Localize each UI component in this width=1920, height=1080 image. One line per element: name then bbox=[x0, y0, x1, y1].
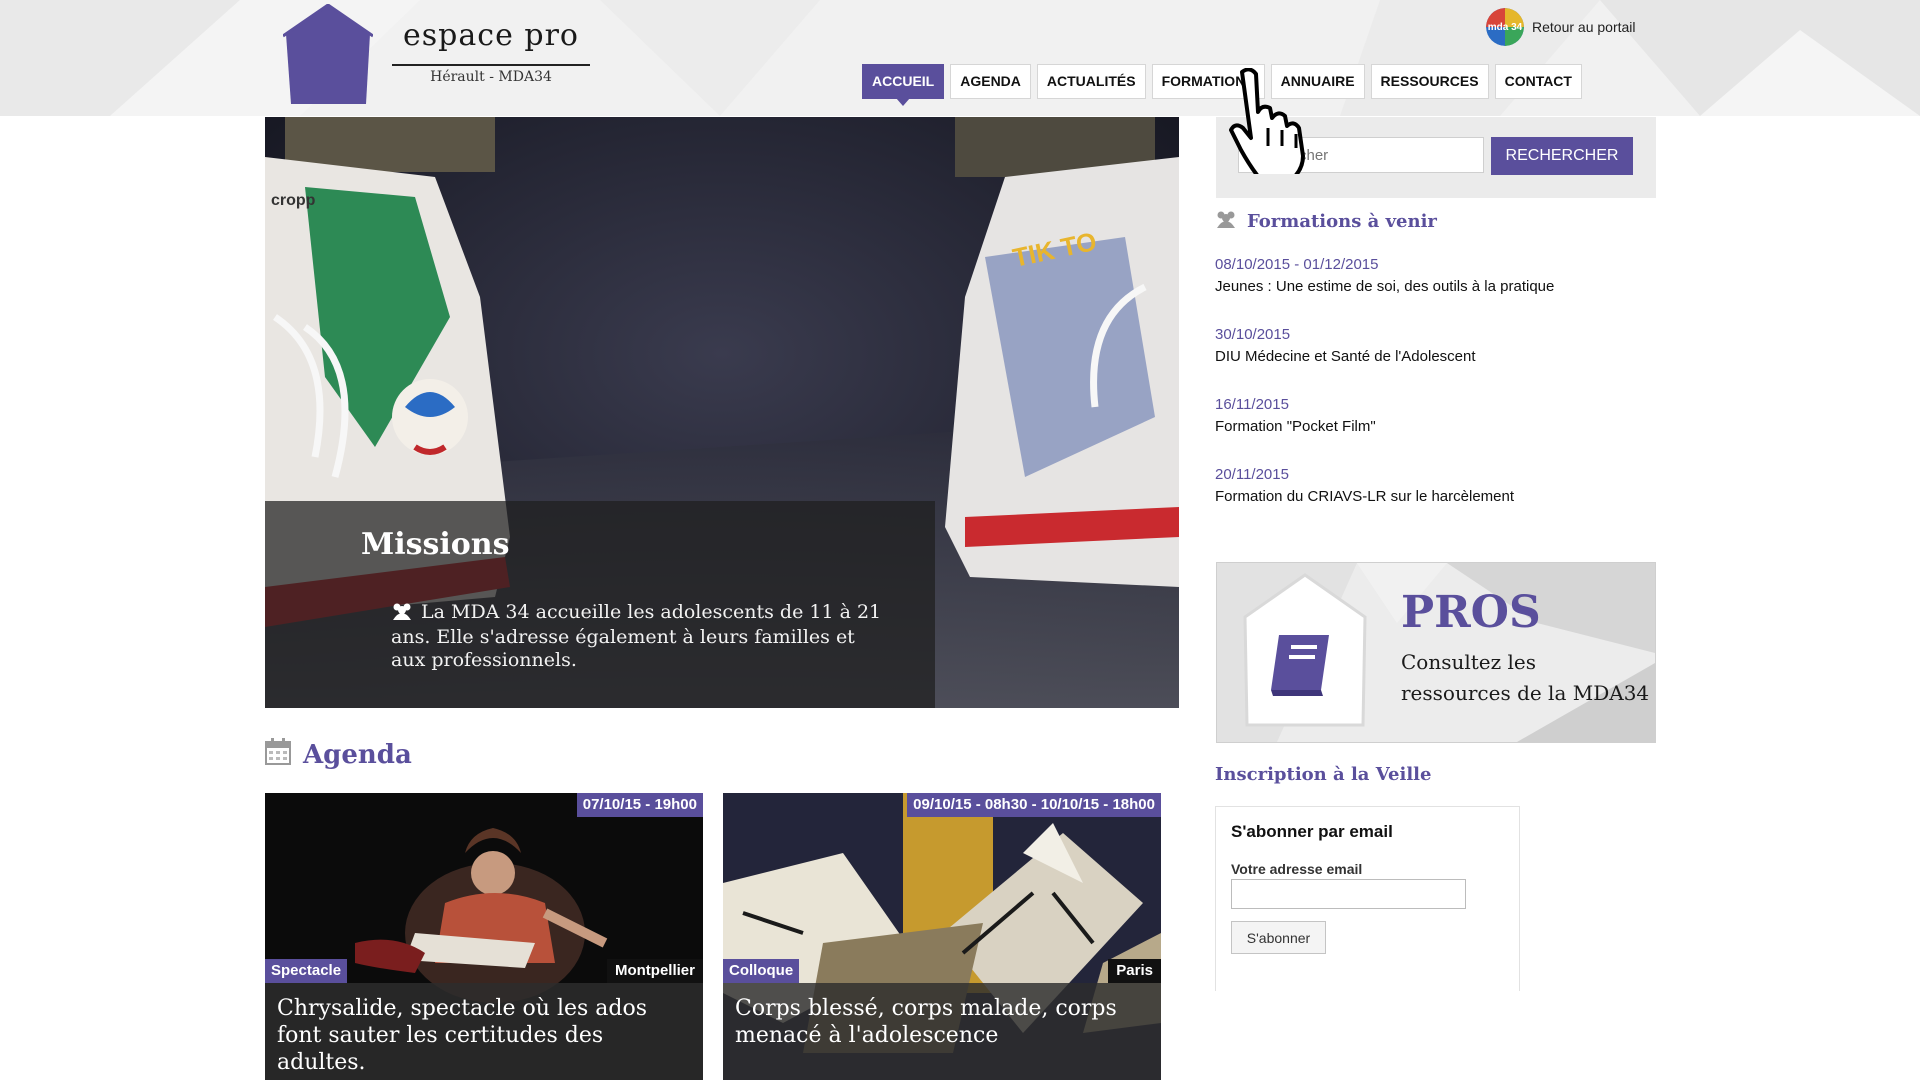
agenda-title: Agenda bbox=[303, 740, 412, 770]
email-field[interactable] bbox=[1231, 879, 1466, 909]
logo-divider bbox=[392, 64, 590, 66]
users-icon bbox=[391, 602, 413, 626]
list-item[interactable]: 08/10/2015 - 01/12/2015 Jeunes : Une est… bbox=[1215, 254, 1655, 324]
agenda-heading: Agenda bbox=[265, 738, 412, 772]
event-city: Paris bbox=[1108, 959, 1161, 983]
training-title[interactable]: DIU Médecine et Santé de l'Adolescent bbox=[1215, 346, 1655, 368]
portal-link[interactable]: mda 34 Retour au portail bbox=[1486, 8, 1636, 46]
pros-banner[interactable]: PROS Consultez les ressources de la MDA3… bbox=[1216, 562, 1656, 743]
pros-text: Consultez les ressources de la MDA34 bbox=[1401, 650, 1650, 705]
list-item[interactable]: 30/10/2015 DIU Médecine et Santé de l'Ad… bbox=[1215, 324, 1655, 394]
users-icon bbox=[1215, 210, 1237, 233]
event-date: 09/10/15 - 08h30 - 10/10/15 - 18h00 bbox=[907, 793, 1161, 817]
newsletter-heading: Inscription à la Veille bbox=[1215, 764, 1432, 785]
hand-cursor-icon bbox=[1229, 68, 1305, 174]
portal-logo-icon: mda 34 bbox=[1486, 8, 1524, 46]
trainings-heading: Formations à venir bbox=[1215, 210, 1437, 233]
svg-text:cropp: cropp bbox=[271, 192, 316, 209]
portal-link-label: Retour au portail bbox=[1532, 19, 1636, 35]
subscribe-button[interactable]: S'abonner bbox=[1231, 921, 1326, 954]
list-item[interactable]: 16/11/2015 Formation "Pocket Film" bbox=[1215, 394, 1655, 464]
training-date: 08/10/2015 - 01/12/2015 bbox=[1215, 256, 1379, 273]
training-date: 20/11/2015 bbox=[1215, 466, 1289, 483]
list-item[interactable]: 20/11/2015 Formation du CRIAVS-LR sur le… bbox=[1215, 464, 1655, 534]
training-date: 30/10/2015 bbox=[1215, 326, 1291, 343]
house-logo-icon bbox=[283, 4, 373, 104]
calendar-icon bbox=[265, 738, 291, 772]
site-subtitle: Hérault - MDA34 bbox=[430, 69, 552, 85]
event-date: 07/10/15 - 19h00 bbox=[576, 793, 703, 817]
training-title[interactable]: Formation "Pocket Film" bbox=[1215, 416, 1655, 438]
nav-item-contact[interactable]: CONTACT bbox=[1494, 64, 1582, 99]
book-icon bbox=[1271, 635, 1329, 696]
email-label: Votre adresse email bbox=[1231, 861, 1363, 877]
hero-title: Missions bbox=[361, 527, 510, 562]
event-city: Montpellier bbox=[606, 959, 703, 983]
search-button[interactable]: RECHERCHER bbox=[1491, 137, 1633, 175]
nav-item-accueil[interactable]: ACCUEIL bbox=[862, 64, 945, 106]
trainings-list: 08/10/2015 - 01/12/2015 Jeunes : Une est… bbox=[1215, 254, 1655, 534]
event-title[interactable]: Chrysalide, spectacle où les ados font s… bbox=[265, 983, 703, 1080]
event-category[interactable]: Colloque bbox=[723, 959, 800, 983]
site-header: espace pro Hérault - MDA34 mda 34 Retour… bbox=[0, 0, 1920, 116]
pros-title: PROS bbox=[1401, 587, 1541, 638]
svg-text:mda 34: mda 34 bbox=[1488, 22, 1523, 33]
nav-item-agenda[interactable]: AGENDA bbox=[950, 64, 1031, 99]
newsletter-title: S'abonner par email bbox=[1231, 822, 1393, 841]
newsletter-form: S'abonner par email Votre adresse email … bbox=[1215, 806, 1520, 991]
hero-slider[interactable]: cropp TIK TO Missions La MDA 34 accueill… bbox=[265, 117, 1179, 708]
training-date: 16/11/2015 bbox=[1215, 396, 1289, 413]
hero-text: La MDA 34 accueille les adolescents de 1… bbox=[391, 601, 891, 672]
training-title[interactable]: Formation du CRIAVS-LR sur le harcèlemen… bbox=[1215, 486, 1655, 508]
hero-description: La MDA 34 accueille les adolescents de 1… bbox=[391, 601, 882, 671]
hero-caption: Missions La MDA 34 accueille les adolesc… bbox=[265, 501, 935, 708]
agenda-card[interactable]: 07/10/15 - 19h00 Spectacle Montpellier C… bbox=[265, 793, 703, 1080]
nav-item-actualites[interactable]: ACTUALITÉS bbox=[1036, 64, 1146, 99]
trainings-title: Formations à venir bbox=[1247, 211, 1437, 232]
site-title: espace pro bbox=[403, 18, 579, 53]
event-category[interactable]: Spectacle bbox=[265, 959, 348, 983]
event-title[interactable]: Corps blessé, corps malade, corps menacé… bbox=[723, 983, 1161, 1080]
training-title[interactable]: Jeunes : Une estime de soi, des outils à… bbox=[1215, 276, 1655, 298]
agenda-card[interactable]: 09/10/15 - 08h30 - 10/10/15 - 18h00 Coll… bbox=[723, 793, 1161, 1080]
main-navigation: ACCUEIL AGENDA ACTUALITÉS FORMATIONS ANN… bbox=[862, 64, 1582, 106]
nav-item-ressources[interactable]: RESSOURCES bbox=[1370, 64, 1489, 99]
